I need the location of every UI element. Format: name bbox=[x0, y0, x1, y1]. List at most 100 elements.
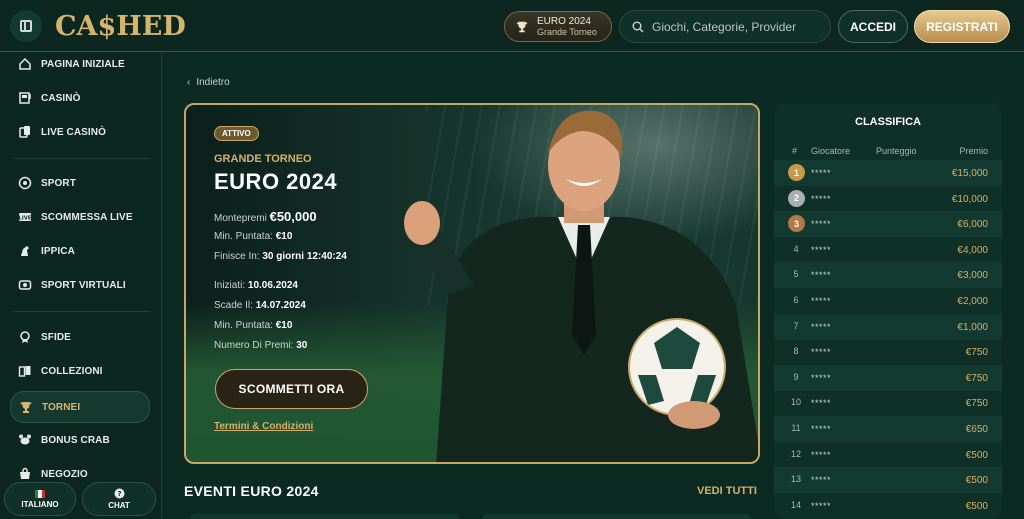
horse-icon bbox=[21, 246, 29, 256]
sidebar-item-live-betting[interactable]: LIVE SCOMMESSA LIVE bbox=[10, 203, 150, 231]
search-input[interactable] bbox=[652, 19, 822, 34]
player-name: ***** bbox=[811, 500, 832, 511]
prize-amount: €500 bbox=[965, 500, 988, 512]
prize-amount: €750 bbox=[965, 398, 988, 410]
svg-text:LIVE: LIVE bbox=[19, 215, 32, 221]
rank-number: 5 bbox=[793, 269, 799, 280]
sidebar-item-casino[interactable]: CASINÒ bbox=[10, 84, 150, 112]
end-date-value: 14.07.2024 bbox=[255, 300, 306, 311]
back-link[interactable]: ‹ Indietro bbox=[187, 77, 230, 88]
see-all-link[interactable]: VEDI TUTTI bbox=[697, 485, 757, 497]
sidebar-item-label: COLLEZIONI bbox=[41, 365, 103, 377]
sidebar-item-label: SPORT bbox=[41, 177, 76, 189]
leaderboard-row: 5 ***** €3,000 bbox=[774, 262, 1002, 289]
rank-number: 12 bbox=[790, 448, 801, 459]
terms-link[interactable]: Termini & Condizioni bbox=[214, 421, 313, 432]
events-section-title: EVENTI EURO 2024 bbox=[184, 483, 319, 499]
leaderboard-row: 7 ***** €1,000 bbox=[774, 313, 1002, 340]
sidebar-item-label: LIVE CASINÒ bbox=[41, 126, 106, 138]
sidebar-item-home[interactable]: PAGINA INIZIALE bbox=[10, 50, 150, 78]
sidebar-item-live-casino[interactable]: LIVE CASINÒ bbox=[10, 118, 150, 146]
chat-button[interactable]: ? CHAT bbox=[82, 482, 156, 516]
prize-amount: €3,000 bbox=[957, 270, 988, 282]
prize-pool: Montepremi €50,000 bbox=[214, 209, 317, 224]
virtual-icon bbox=[18, 280, 32, 290]
prize-amount: €4,000 bbox=[957, 244, 988, 256]
rank-medal-icon: 1 bbox=[788, 164, 805, 181]
prize-amount: €10,000 bbox=[951, 193, 988, 205]
svg-text:?: ? bbox=[117, 490, 121, 498]
prize-amount: €500 bbox=[965, 475, 988, 487]
sidebar-item-label: SPORT VIRTUALI bbox=[41, 279, 126, 291]
prize-amount: €6,000 bbox=[957, 219, 988, 231]
chat-label: CHAT bbox=[108, 501, 130, 510]
status-badge: ATTIVO bbox=[214, 126, 259, 141]
end-date-label: Scade Il: bbox=[214, 300, 253, 311]
player-name: ***** bbox=[811, 424, 832, 434]
rank-number: 11 bbox=[791, 423, 801, 433]
sidebar-item-label: SFIDE bbox=[41, 331, 71, 343]
start-date-label: Iniziati: bbox=[214, 280, 246, 291]
bet-now-button[interactable]: SCOMMETTI ORA bbox=[215, 369, 368, 409]
sidebar-item-label: PAGINA INIZIALE bbox=[41, 58, 125, 70]
prizes-count-value: 30 bbox=[296, 340, 308, 351]
leaderboard-title: CLASSIFICA bbox=[855, 116, 921, 128]
sidebar-item-collections[interactable]: COLLEZIONI bbox=[10, 357, 150, 385]
promo-subtitle: Grande Torneo bbox=[537, 26, 597, 37]
crab-icon bbox=[19, 434, 31, 445]
rank-number: 8 bbox=[793, 346, 799, 357]
language-label: ITALIANO bbox=[21, 499, 59, 509]
sidebar-item-tournaments[interactable]: TORNEI bbox=[10, 391, 150, 423]
prize-amount: €750 bbox=[965, 372, 988, 384]
sidebar-item-virtual-sports[interactable]: SPORT VIRTUALI bbox=[10, 271, 150, 299]
tournament-subtitle: GRANDE TORNEO bbox=[214, 153, 312, 165]
leaderboard-row: 14 ***** €500 bbox=[774, 493, 1002, 519]
rank-number: 10 bbox=[790, 397, 801, 408]
leaderboard-row: 8 ***** €750 bbox=[774, 339, 1002, 365]
sidebar-item-label: CASINÒ bbox=[41, 92, 81, 104]
search-bar[interactable] bbox=[619, 10, 831, 43]
italy-flag-icon bbox=[35, 489, 45, 498]
ball-icon bbox=[18, 176, 32, 190]
player-name: ***** bbox=[811, 193, 832, 204]
event-card[interactable] bbox=[190, 514, 460, 519]
leaderboard-row: 4 ***** €4,000 bbox=[774, 237, 1002, 263]
prize-amount: €750 bbox=[965, 347, 988, 359]
player-name: ***** bbox=[811, 168, 832, 178]
min-bet-secondary: Min. Puntata: €10 bbox=[214, 320, 292, 331]
sidebar-item-label: TORNEI bbox=[42, 401, 81, 413]
rank-medal-icon: 2 bbox=[788, 189, 805, 207]
leaderboard-row: 6 ***** €2,000 bbox=[774, 288, 1002, 314]
logo[interactable]: CA$HED bbox=[55, 11, 186, 42]
prize-amount: €2,000 bbox=[957, 296, 988, 307]
register-button[interactable]: REGISTRATI bbox=[914, 10, 1010, 43]
player-name: ***** bbox=[811, 219, 832, 230]
prize-amount: €500 bbox=[965, 449, 988, 461]
rank-number: 13 bbox=[790, 474, 801, 485]
prize-amount: €650 bbox=[965, 424, 988, 435]
start-date-value: 10.06.2024 bbox=[247, 280, 298, 291]
player-name: ***** bbox=[811, 270, 832, 281]
event-card[interactable] bbox=[482, 514, 752, 519]
sidebar-item-label: SCOMMESSA LIVE bbox=[41, 211, 133, 223]
countdown-label: Finisce In: bbox=[214, 251, 260, 262]
sidebar-item-sport[interactable]: SPORT bbox=[10, 169, 150, 197]
prizes-count-label: Numero Di Premi: bbox=[214, 340, 294, 351]
sidebar-item-bonus-crab[interactable]: BONUS CRAB bbox=[10, 426, 150, 454]
prizes-count: Numero Di Premi: 30 bbox=[214, 340, 307, 351]
end-date: Scade Il: 14.07.2024 bbox=[214, 300, 306, 311]
countdown-value: 30 giorni 12:40:24 bbox=[262, 251, 347, 262]
language-selector-button[interactable]: ITALIANO bbox=[4, 482, 76, 516]
sidebar-item-challenges[interactable]: SFIDE bbox=[10, 323, 150, 351]
leaderboard-row: 13 ***** €500 bbox=[774, 467, 1002, 494]
sidebar-item-label: NEGOZIO bbox=[41, 468, 88, 480]
sidebar-item-horse-racing[interactable]: IPPICA bbox=[10, 237, 150, 265]
leaderboard-row: 11 ***** €650 bbox=[774, 416, 1002, 442]
leaderboard-row: 12 ***** €500 bbox=[774, 442, 1002, 468]
tournament-promo-button[interactable]: EURO 2024 Grande Torneo bbox=[504, 11, 612, 42]
login-button[interactable]: ACCEDI bbox=[838, 10, 908, 43]
search-icon bbox=[632, 21, 644, 32]
medal-icon bbox=[20, 331, 30, 343]
rank-number: 4 bbox=[793, 243, 799, 254]
sidebar-toggle-button[interactable] bbox=[10, 10, 42, 42]
